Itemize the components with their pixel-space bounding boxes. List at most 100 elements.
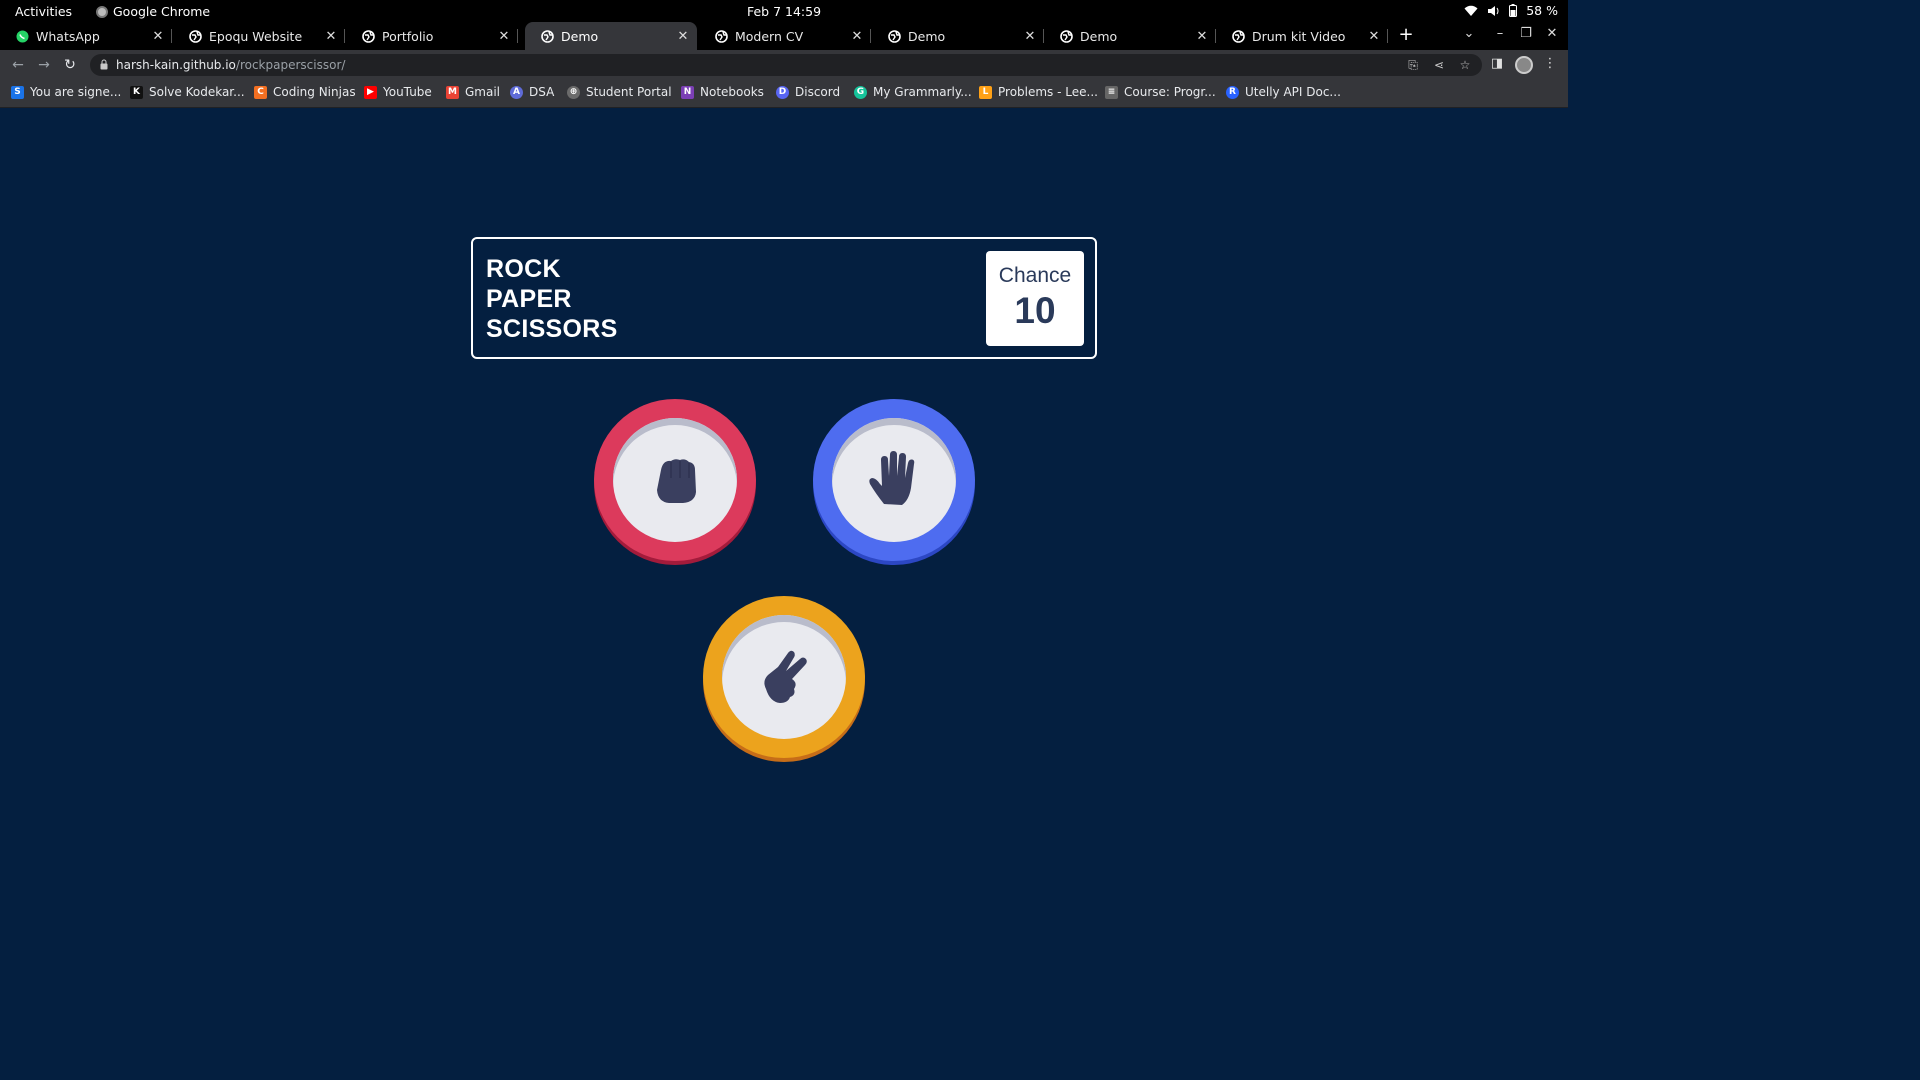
tab-title: Demo [1080, 28, 1118, 44]
bookmark-item[interactable]: ⊕ Student Portal [567, 85, 672, 99]
bookmark-label: Coding Ninjas [273, 85, 356, 99]
close-window-icon[interactable]: ✕ [1543, 26, 1561, 41]
bookmark-star-icon[interactable]: ☆ [1458, 58, 1472, 72]
tab-modern-cv[interactable]: Modern CV ✕ [699, 22, 871, 50]
bookmark-item[interactable]: M Gmail [446, 85, 500, 99]
tab-title: Portfolio [382, 28, 434, 44]
bookmark-item[interactable]: ≡ Course: Progr... [1105, 85, 1216, 99]
close-icon[interactable]: ✕ [849, 29, 865, 44]
tab-title: Epoqu Website [209, 28, 303, 44]
bookmark-label: Problems - Lee... [998, 85, 1098, 99]
paper-button[interactable] [813, 399, 975, 565]
activities-button[interactable]: Activities [15, 4, 72, 19]
clock[interactable]: Feb 7 14:59 [0, 4, 1568, 19]
share-icon[interactable]: ⋖ [1432, 58, 1446, 72]
close-icon[interactable]: ✕ [496, 29, 512, 44]
tab-title: Demo [561, 28, 599, 44]
game-header: ROCK PAPER SCISSORS Chance 10 [471, 237, 1097, 359]
back-arrow-icon[interactable]: ← [10, 57, 26, 73]
bookmark-item[interactable]: L Problems - Lee... [979, 85, 1098, 99]
url-text[interactable]: harsh-kain.github.io/rockpaperscissor/ [116, 58, 345, 72]
close-icon[interactable]: ✕ [1022, 29, 1038, 44]
address-bar[interactable]: harsh-kain.github.io/rockpaperscissor/ ⎘… [90, 54, 1482, 76]
youtube-icon: ▶ [364, 85, 377, 99]
system-tray[interactable]: 58 % [1464, 3, 1558, 18]
tab-portfolio[interactable]: Portfolio ✕ [346, 22, 518, 50]
bookmark-label: Notebooks [700, 85, 764, 99]
tab-epoqu-website[interactable]: Epoqu Website ✕ [173, 22, 345, 50]
bookmark-item[interactable]: S You are signe... [11, 85, 121, 99]
reload-icon[interactable]: ↻ [62, 57, 78, 73]
scissors-button[interactable] [703, 596, 865, 762]
forward-arrow-icon[interactable]: → [36, 57, 52, 73]
bookmark-favicon-icon: ≡ [1105, 85, 1118, 99]
side-panel-icon[interactable]: ◨ [1488, 56, 1506, 71]
tab-title: Demo [908, 28, 946, 44]
close-icon[interactable]: ✕ [1194, 29, 1210, 44]
discord-icon: D [776, 85, 789, 99]
tab-strip: WhatsApp ✕ Epoqu Website ✕ Portfolio ✕ D… [0, 22, 1568, 50]
new-tab-button[interactable]: + [1396, 25, 1416, 45]
app-menu[interactable]: Google Chrome [96, 4, 210, 19]
wifi-icon [1464, 5, 1478, 16]
bookmark-label: You are signe... [30, 85, 122, 99]
url-host: harsh-kain.github.io [116, 58, 236, 72]
bookmark-label: Solve Kodekar... [149, 85, 245, 99]
tab-demo-2[interactable]: Demo ✕ [872, 22, 1044, 50]
bookmark-item[interactable]: C Coding Ninjas [254, 85, 356, 99]
bookmark-item[interactable]: N Notebooks [681, 85, 764, 99]
bookmark-item[interactable]: K Solve Kodekar... [130, 85, 245, 99]
url-path: /rockpaperscissor/ [235, 58, 346, 72]
profile-avatar[interactable] [1515, 56, 1533, 74]
globe-icon [1232, 29, 1245, 43]
close-icon[interactable]: ✕ [1366, 29, 1382, 44]
bookmark-favicon-icon: C [254, 85, 267, 99]
tab-whatsapp[interactable]: WhatsApp ✕ [0, 22, 172, 50]
onenote-icon: N [681, 85, 694, 99]
score-label: Chance [998, 264, 1072, 287]
rock-button[interactable] [594, 399, 756, 565]
bookmark-item[interactable]: A DSA [510, 85, 554, 99]
close-icon[interactable]: ✕ [323, 29, 339, 44]
bookmark-label: Course: Progr... [1124, 85, 1216, 99]
tab-title: Drum kit Video [1252, 28, 1346, 44]
fist-icon [657, 459, 696, 503]
globe-icon [362, 29, 375, 43]
bookmark-item[interactable]: D Discord [776, 85, 840, 99]
battery-percent: 58 % [1526, 3, 1558, 18]
bookmark-item[interactable]: G My Grammarly... [854, 85, 972, 99]
tab-drum-kit-video[interactable]: Drum kit Video ✕ [1216, 22, 1388, 50]
minimize-icon[interactable]: – [1491, 26, 1509, 41]
scissors-hand-icon [764, 650, 807, 703]
bookmark-label: DSA [529, 85, 555, 99]
gmail-icon: M [446, 85, 459, 99]
title-scissors: SCISSORS [486, 315, 618, 343]
battery-icon [1509, 4, 1518, 17]
bookmark-favicon-icon: A [510, 85, 523, 99]
title-paper: PAPER [486, 285, 572, 313]
bookmarks-bar: S You are signe... K Solve Kodekar... C Cod… [0, 81, 1568, 108]
browser-toolbar: ← → ↻ harsh-kain.github.io/rockpaperscis… [0, 50, 1568, 81]
tab-demo-3[interactable]: Demo ✕ [1044, 22, 1216, 50]
app-name: Google Chrome [113, 4, 211, 19]
globe-icon [1060, 29, 1073, 43]
tab-demo-active[interactable]: Demo ✕ [525, 22, 697, 50]
bookmark-item[interactable]: R Utelly API Doc... [1226, 85, 1341, 99]
globe-icon [189, 29, 202, 43]
tab-title: WhatsApp [36, 28, 100, 44]
grammarly-icon: G [854, 85, 867, 99]
tab-search-icon[interactable]: ⌄ [1460, 26, 1478, 41]
bookmark-favicon-icon: K [130, 85, 143, 99]
score-value: 10 [1014, 290, 1056, 331]
restore-icon[interactable]: ❐ [1517, 26, 1535, 41]
chrome-icon [96, 5, 108, 18]
tab-title: Modern CV [735, 28, 804, 44]
globe-icon [888, 29, 901, 43]
whatsapp-icon [16, 30, 29, 42]
close-icon[interactable]: ✕ [675, 29, 691, 44]
translate-icon[interactable]: ⎘ [1406, 58, 1420, 72]
bookmark-item[interactable]: ▶ YouTube [364, 85, 432, 99]
more-menu-icon[interactable]: ⋮ [1541, 56, 1559, 71]
bookmark-label: My Grammarly... [873, 85, 972, 99]
close-icon[interactable]: ✕ [150, 29, 166, 44]
